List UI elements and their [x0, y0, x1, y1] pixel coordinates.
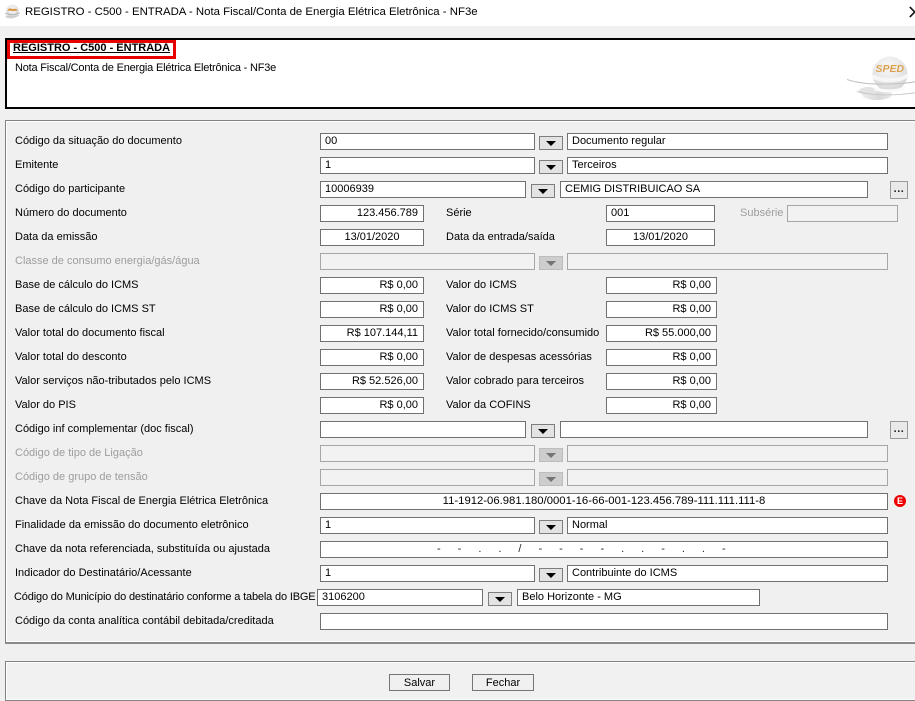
svg-text:SPED: SPED — [876, 63, 905, 75]
